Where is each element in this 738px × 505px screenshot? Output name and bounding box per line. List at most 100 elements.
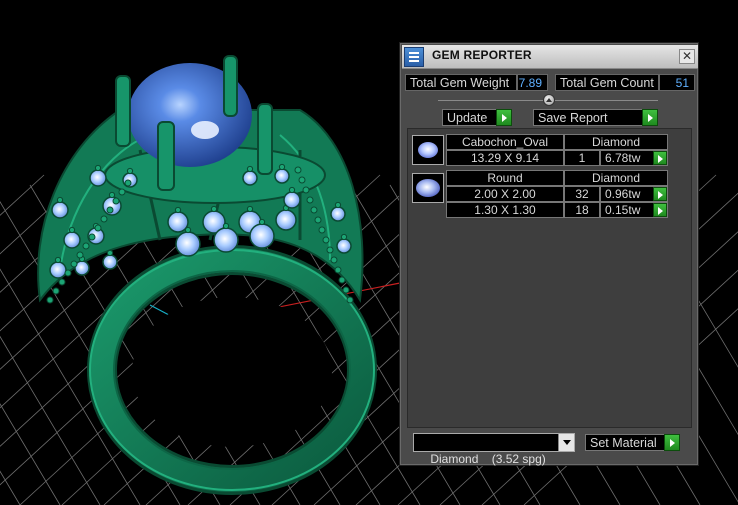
gem-size: 1.30 X 1.30 bbox=[446, 202, 564, 218]
save-report-button[interactable]: Save Report bbox=[533, 109, 658, 126]
bead bbox=[322, 236, 330, 244]
bead bbox=[70, 260, 78, 268]
divider-collapse-handle[interactable] bbox=[543, 94, 555, 106]
accent-stone bbox=[242, 170, 258, 186]
gem-reporter-panel: GEM REPORTER ✕ Total Gem Weight 7.89 Tot… bbox=[399, 42, 699, 466]
accent-stone bbox=[51, 201, 69, 219]
bead bbox=[306, 196, 314, 204]
bead bbox=[52, 287, 60, 295]
bead-prong bbox=[210, 205, 218, 213]
bead bbox=[76, 251, 84, 259]
gem-list: Cabochon_Oval Diamond 13.29 X 9.14 1 6.7… bbox=[407, 128, 692, 428]
gem-cut-name: Round bbox=[446, 170, 564, 186]
save-report-button-label: Save Report bbox=[538, 111, 608, 125]
accent-stone bbox=[89, 169, 107, 187]
material-select-value: Diamond (3.52 spg) bbox=[430, 452, 546, 466]
bead-prong bbox=[288, 186, 296, 194]
bead bbox=[106, 206, 114, 214]
material-select[interactable]: Diamond (3.52 spg) bbox=[413, 433, 575, 466]
set-material-button-label: Set Material bbox=[590, 436, 657, 450]
bead bbox=[64, 269, 72, 277]
bead bbox=[310, 206, 318, 214]
update-button[interactable]: Update bbox=[442, 109, 512, 126]
accent-stone bbox=[213, 227, 239, 253]
accent-stone bbox=[49, 261, 67, 279]
gem-weight-button[interactable]: 6.78tw bbox=[600, 150, 668, 166]
bead-prong bbox=[68, 226, 76, 234]
bead bbox=[58, 278, 66, 286]
update-button-label: Update bbox=[447, 111, 488, 125]
bead bbox=[112, 197, 120, 205]
ring-band bbox=[87, 245, 377, 495]
play-arrow-icon bbox=[653, 203, 667, 217]
chevron-down-icon[interactable] bbox=[558, 434, 574, 451]
gem-material: Diamond bbox=[564, 134, 668, 150]
bead bbox=[294, 166, 302, 174]
bead-prong bbox=[174, 206, 182, 214]
bead bbox=[314, 216, 322, 224]
gem-count: 18 bbox=[564, 202, 600, 218]
accent-stone bbox=[274, 168, 290, 184]
bead bbox=[124, 179, 132, 187]
bead-prong bbox=[258, 218, 266, 226]
gem-weight: 0.96tw bbox=[605, 187, 641, 201]
bead bbox=[88, 233, 96, 241]
gem-weight-button[interactable]: 0.96tw bbox=[600, 186, 668, 202]
gem-count: 32 bbox=[564, 186, 600, 202]
panel-title: GEM REPORTER bbox=[432, 48, 532, 62]
accent-stone bbox=[175, 231, 201, 257]
accent-stone bbox=[167, 211, 189, 233]
bead-prong bbox=[56, 196, 64, 204]
bead bbox=[94, 224, 102, 232]
bead-prong bbox=[340, 233, 348, 241]
total-gem-weight-label: Total Gem Weight bbox=[405, 74, 517, 91]
bead bbox=[318, 226, 326, 234]
gem-size: 13.29 X 9.14 bbox=[446, 150, 564, 166]
bead bbox=[330, 256, 338, 264]
grid-line bbox=[0, 174, 45, 216]
bead bbox=[100, 215, 108, 223]
bead-prong bbox=[334, 201, 342, 209]
total-gem-count-label: Total Gem Count bbox=[555, 74, 659, 91]
bead-prong bbox=[246, 205, 254, 213]
accent-stone bbox=[330, 206, 346, 222]
total-gem-count-value: 51 bbox=[659, 74, 695, 91]
bead bbox=[82, 242, 90, 250]
bead bbox=[346, 296, 354, 304]
bead-prong bbox=[108, 191, 116, 199]
bead bbox=[326, 246, 334, 254]
total-gem-weight-value: 7.89 bbox=[517, 74, 548, 91]
gem-size: 2.00 X 2.00 bbox=[446, 186, 564, 202]
close-icon[interactable]: ✕ bbox=[679, 49, 695, 64]
play-arrow-icon bbox=[653, 187, 667, 201]
oval-gem-icon bbox=[412, 135, 444, 165]
accent-stone bbox=[249, 223, 275, 249]
panel-titlebar[interactable]: GEM REPORTER ✕ bbox=[402, 45, 698, 69]
bead bbox=[298, 176, 306, 184]
bead bbox=[46, 296, 54, 304]
bead-prong bbox=[54, 256, 62, 264]
bead-prong bbox=[94, 164, 102, 172]
bead bbox=[118, 188, 126, 196]
bead bbox=[302, 186, 310, 194]
bead-prong bbox=[126, 167, 134, 175]
play-arrow-icon bbox=[653, 151, 667, 165]
gem-material: Diamond bbox=[564, 170, 668, 186]
bead-prong bbox=[278, 163, 286, 171]
gem-cut-name: Cabochon_Oval bbox=[446, 134, 564, 150]
bead-prong bbox=[184, 226, 192, 234]
bead bbox=[342, 286, 350, 294]
bead-prong bbox=[246, 165, 254, 173]
round-gem-icon bbox=[412, 173, 444, 203]
bead bbox=[338, 276, 346, 284]
gem-weight: 0.15tw bbox=[605, 203, 641, 217]
accent-stone bbox=[336, 238, 352, 254]
gem-reporter-icon bbox=[404, 47, 424, 67]
play-arrow-icon bbox=[496, 109, 512, 126]
gem-weight: 6.78tw bbox=[605, 151, 641, 165]
gem-weight-button[interactable]: 0.15tw bbox=[600, 202, 668, 218]
bead-prong bbox=[106, 249, 114, 257]
set-material-button[interactable]: Set Material bbox=[585, 434, 680, 451]
play-arrow-icon bbox=[664, 434, 680, 451]
gem-count: 1 bbox=[564, 150, 600, 166]
